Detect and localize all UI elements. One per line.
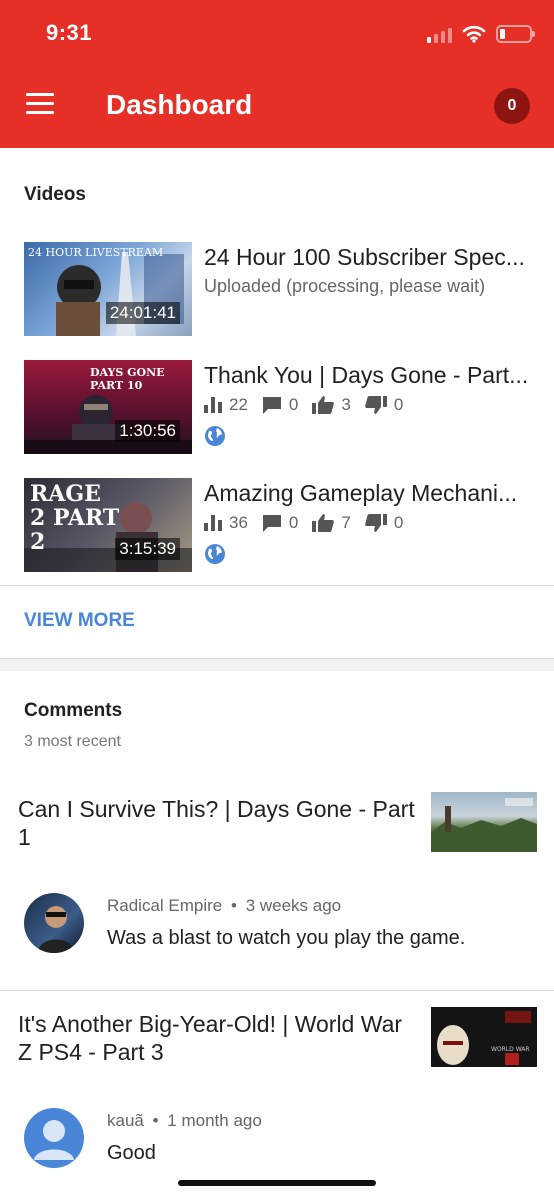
comments-icon (262, 397, 281, 414)
comments-stat: 0 (262, 513, 298, 533)
views-icon (204, 515, 222, 531)
views-count: 36 (229, 513, 248, 532)
svg-text:WORLD WAR: WORLD WAR (491, 1046, 530, 1053)
comment-text: Good (107, 1142, 156, 1164)
video-status: Uploaded (processing, please wait) (204, 276, 486, 296)
default-avatar-icon (34, 1120, 74, 1160)
meta-separator: • (152, 1111, 159, 1130)
video-duration: 1:30:56 (115, 420, 180, 442)
likes-count: 7 (341, 513, 351, 532)
menu-icon[interactable] (26, 93, 56, 115)
dislikes-count: 0 (393, 395, 404, 414)
likes-stat: 7 (312, 513, 351, 533)
divider (0, 990, 554, 991)
video-row[interactable]: DAYS GONE PART 10 1:30:56 Thank You | Da… (0, 360, 554, 456)
app-header: 9:31 Dashboard 0 (0, 0, 554, 148)
views-icon (204, 397, 222, 413)
video-thumbnail[interactable]: RAGE 2 PART 2 3:15:39 (24, 478, 192, 572)
thumbnail-text: DAYS GONE PART 10 (90, 366, 165, 392)
likes-count: 3 (341, 395, 351, 414)
comment-author[interactable]: kauã (107, 1111, 144, 1130)
comments-section-title: Comments (24, 700, 123, 721)
video-title[interactable]: Thank You | Days Gone - Part... (204, 362, 534, 389)
dislikes-stat: 0 (365, 395, 403, 415)
dislikes-icon (365, 514, 387, 532)
comment-video-thumbnail[interactable] (431, 792, 537, 852)
video-row[interactable]: RAGE 2 PART 2 3:15:39 Amazing Gameplay M… (0, 478, 554, 574)
comments-count: 0 (288, 513, 299, 532)
video-thumbnail[interactable]: DAYS GONE PART 10 1:30:56 (24, 360, 192, 454)
comment-video-title[interactable]: Can I Survive This? | Days Gone - Part 1 (18, 795, 418, 851)
divider (0, 585, 554, 586)
status-icons (427, 22, 535, 46)
views-stat: 36 (204, 513, 248, 533)
status-time: 9:31 (46, 20, 93, 45)
views-count: 22 (229, 395, 248, 414)
video-row[interactable]: 24 HOUR LIVESTREAM 24:01:41 24 Hour 100 … (0, 242, 554, 338)
comment-author[interactable]: Radical Empire (107, 896, 222, 915)
notification-badge[interactable]: 0 (494, 88, 530, 124)
videos-section-title: Videos (24, 184, 86, 205)
wifi-icon (462, 25, 486, 43)
globe-icon (205, 544, 225, 564)
video-stats: 36 0 7 0 (204, 513, 417, 533)
likes-icon (312, 514, 335, 532)
page-title: Dashboard (106, 89, 253, 120)
video-stats: 22 0 3 0 (204, 395, 417, 415)
video-duration: 3:15:39 (115, 538, 180, 560)
dislikes-stat: 0 (365, 513, 403, 533)
comments-subtitle: 3 most recent (24, 733, 121, 750)
signal-icon (427, 25, 452, 43)
comment-video-thumbnail[interactable]: WORLD WAR (431, 1007, 537, 1067)
comment-time: 3 weeks ago (245, 896, 342, 915)
comment-text: Was a blast to watch you play the game. (107, 927, 466, 949)
comments-stat: 0 (262, 395, 298, 415)
thumbnail-text: 24 HOUR LIVESTREAM (28, 246, 164, 259)
video-title[interactable]: 24 Hour 100 Subscriber Spec... (204, 244, 534, 271)
comment-time: 1 month ago (167, 1111, 262, 1130)
meta-separator: • (231, 896, 237, 915)
video-duration: 24:01:41 (105, 302, 180, 324)
home-indicator[interactable] (178, 1180, 376, 1186)
comment-meta: Radical Empire • 3 weeks ago (107, 896, 341, 916)
avatar[interactable] (24, 893, 84, 953)
likes-stat: 3 (312, 395, 351, 415)
video-thumbnail[interactable]: 24 HOUR LIVESTREAM 24:01:41 (24, 242, 192, 336)
video-title[interactable]: Amazing Gameplay Mechani... (204, 480, 534, 507)
section-gap (0, 659, 554, 671)
avatar[interactable] (24, 1108, 84, 1168)
likes-icon (312, 396, 335, 414)
battery-icon (496, 25, 535, 43)
view-more-button[interactable]: VIEW MORE (24, 610, 135, 632)
dislikes-icon (365, 396, 387, 414)
views-stat: 22 (204, 395, 248, 415)
globe-icon (205, 426, 225, 446)
comment-video-title[interactable]: It's Another Big-Year-Old! | World War Z… (18, 1010, 418, 1066)
comments-count: 0 (288, 395, 299, 414)
thumbnail-text: RAGE 2 PART 2 (30, 481, 120, 555)
comment-meta: kauã • 1 month ago (107, 1111, 262, 1131)
dislikes-count: 0 (393, 513, 404, 532)
comments-icon (262, 515, 281, 532)
